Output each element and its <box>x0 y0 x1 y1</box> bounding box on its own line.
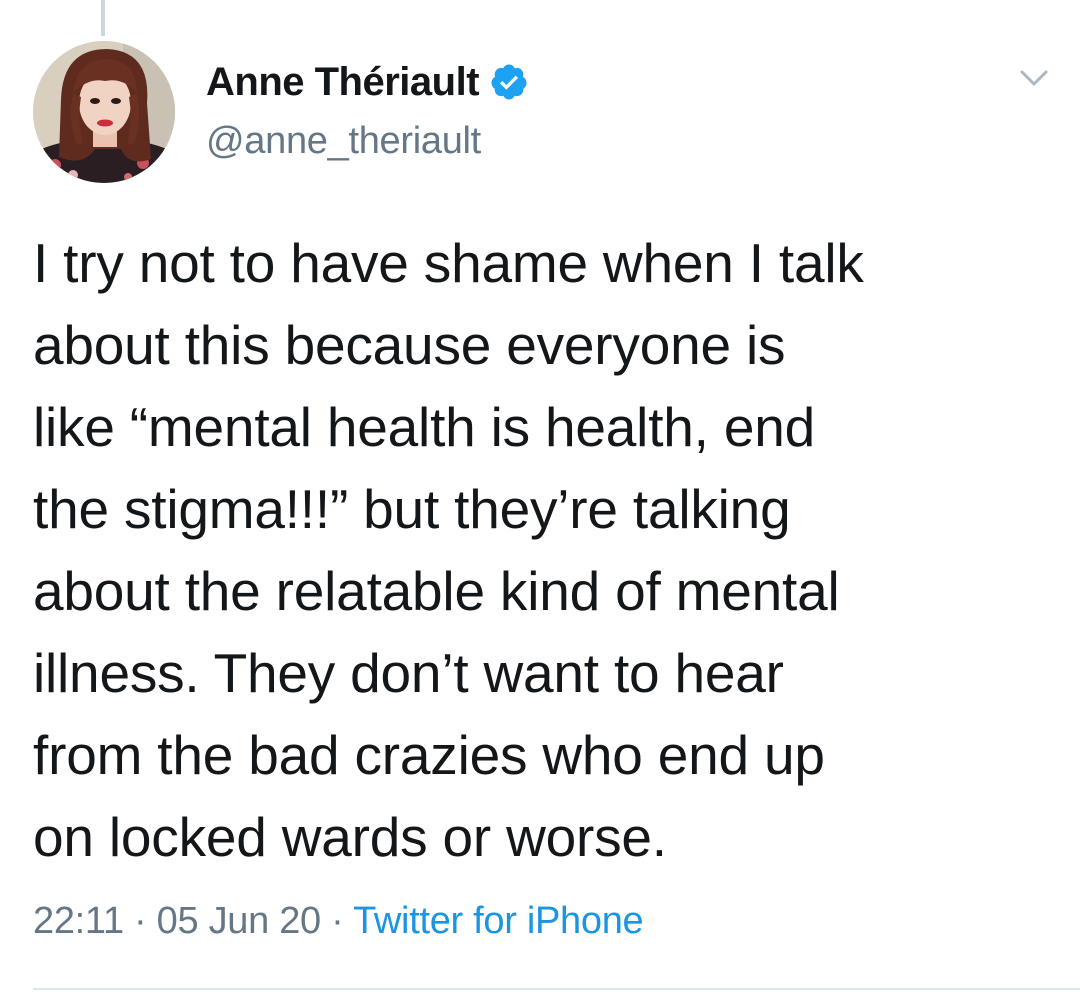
tweet-source-link[interactable]: Twitter for iPhone <box>353 900 644 942</box>
tweet-header: Anne Thériault @anne_theriault <box>206 52 529 163</box>
divider <box>33 988 1080 990</box>
avatar[interactable] <box>33 41 175 183</box>
meta-separator: · <box>331 900 344 942</box>
tweet-meta: 22:11 · 05 Jun 20 · Twitter for iPhone <box>33 900 644 943</box>
display-name[interactable]: Anne Thériault <box>206 60 480 105</box>
name-row: Anne Thériault <box>206 52 529 112</box>
verified-badge-icon <box>489 62 529 102</box>
avatar-photo-icon <box>33 41 175 183</box>
handle[interactable]: @anne_theriault <box>206 120 529 163</box>
tweet: Anne Thériault @anne_theriault I try not… <box>0 0 1080 1002</box>
chevron-down-icon[interactable] <box>1016 64 1052 92</box>
meta-separator: · <box>134 900 147 942</box>
tweet-time[interactable]: 22:11 <box>33 900 124 942</box>
tweet-text: I try not to have shame when I talk abou… <box>33 232 864 868</box>
tweet-date[interactable]: 05 Jun 20 <box>157 900 322 942</box>
